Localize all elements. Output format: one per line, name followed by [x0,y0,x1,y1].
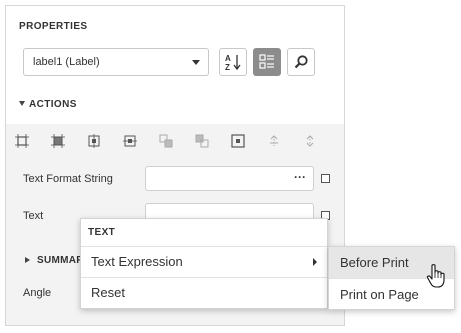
expand-triangle-icon [25,257,30,263]
align-to-grid-icon[interactable] [15,134,29,148]
text-format-string-field[interactable]: ··· [145,166,314,191]
send-to-back-icon[interactable] [195,134,209,148]
size-to-grid-icon[interactable] [51,134,65,148]
categorized-list-icon [259,54,274,69]
summary-title: SUMMAR [37,255,84,266]
text-label: Text [23,210,44,222]
component-selector[interactable]: label1 (Label) [23,48,209,76]
align-top-icon[interactable] [267,134,281,148]
submenu-item-label: Print on Page [340,287,419,302]
hand-pointer-icon [426,264,445,288]
anchor-center-icon[interactable] [231,134,245,148]
sort-alphabetical-icon: A Z [225,54,241,72]
panel-title: PROPERTIES [19,21,88,32]
search-button[interactable] [287,48,315,76]
menu-item-reset[interactable]: Reset [81,278,327,308]
svg-text:A: A [225,54,231,63]
menu-item-label: Text Expression [91,254,183,269]
menu-item-label: Reset [91,285,125,300]
categorized-view-button[interactable] [253,48,281,76]
menu-item-text-expression[interactable]: Text Expression [81,247,327,277]
center-vertically-icon[interactable] [123,134,137,148]
actions-section-header[interactable]: ACTIONS [19,99,77,110]
summary-section-header[interactable]: SUMMAR [25,255,84,266]
svg-text:Z: Z [225,63,230,72]
context-menu: TEXT Text Expression Reset [80,218,328,309]
actions-title: ACTIONS [29,99,77,110]
chevron-down-icon [192,60,200,65]
collapse-triangle-icon [19,101,25,106]
angle-label: Angle [23,287,52,299]
center-horizontally-icon[interactable] [87,134,101,148]
context-menu-header: TEXT [88,227,116,238]
sort-alphabetically-button[interactable]: A Z [219,48,247,76]
align-bottom-icon[interactable] [303,134,317,148]
component-selector-value: label1 (Label) [33,56,100,68]
actions-toolbar [15,134,335,150]
submenu-item-label: Before Print [340,255,409,270]
search-icon [294,55,308,69]
bring-to-front-icon[interactable] [159,134,173,148]
chevron-right-icon [313,258,317,266]
text-format-string-checkbox[interactable] [321,174,330,183]
text-format-string-label: Text Format String [23,173,113,185]
ellipsis-button[interactable]: ··· [294,170,306,184]
